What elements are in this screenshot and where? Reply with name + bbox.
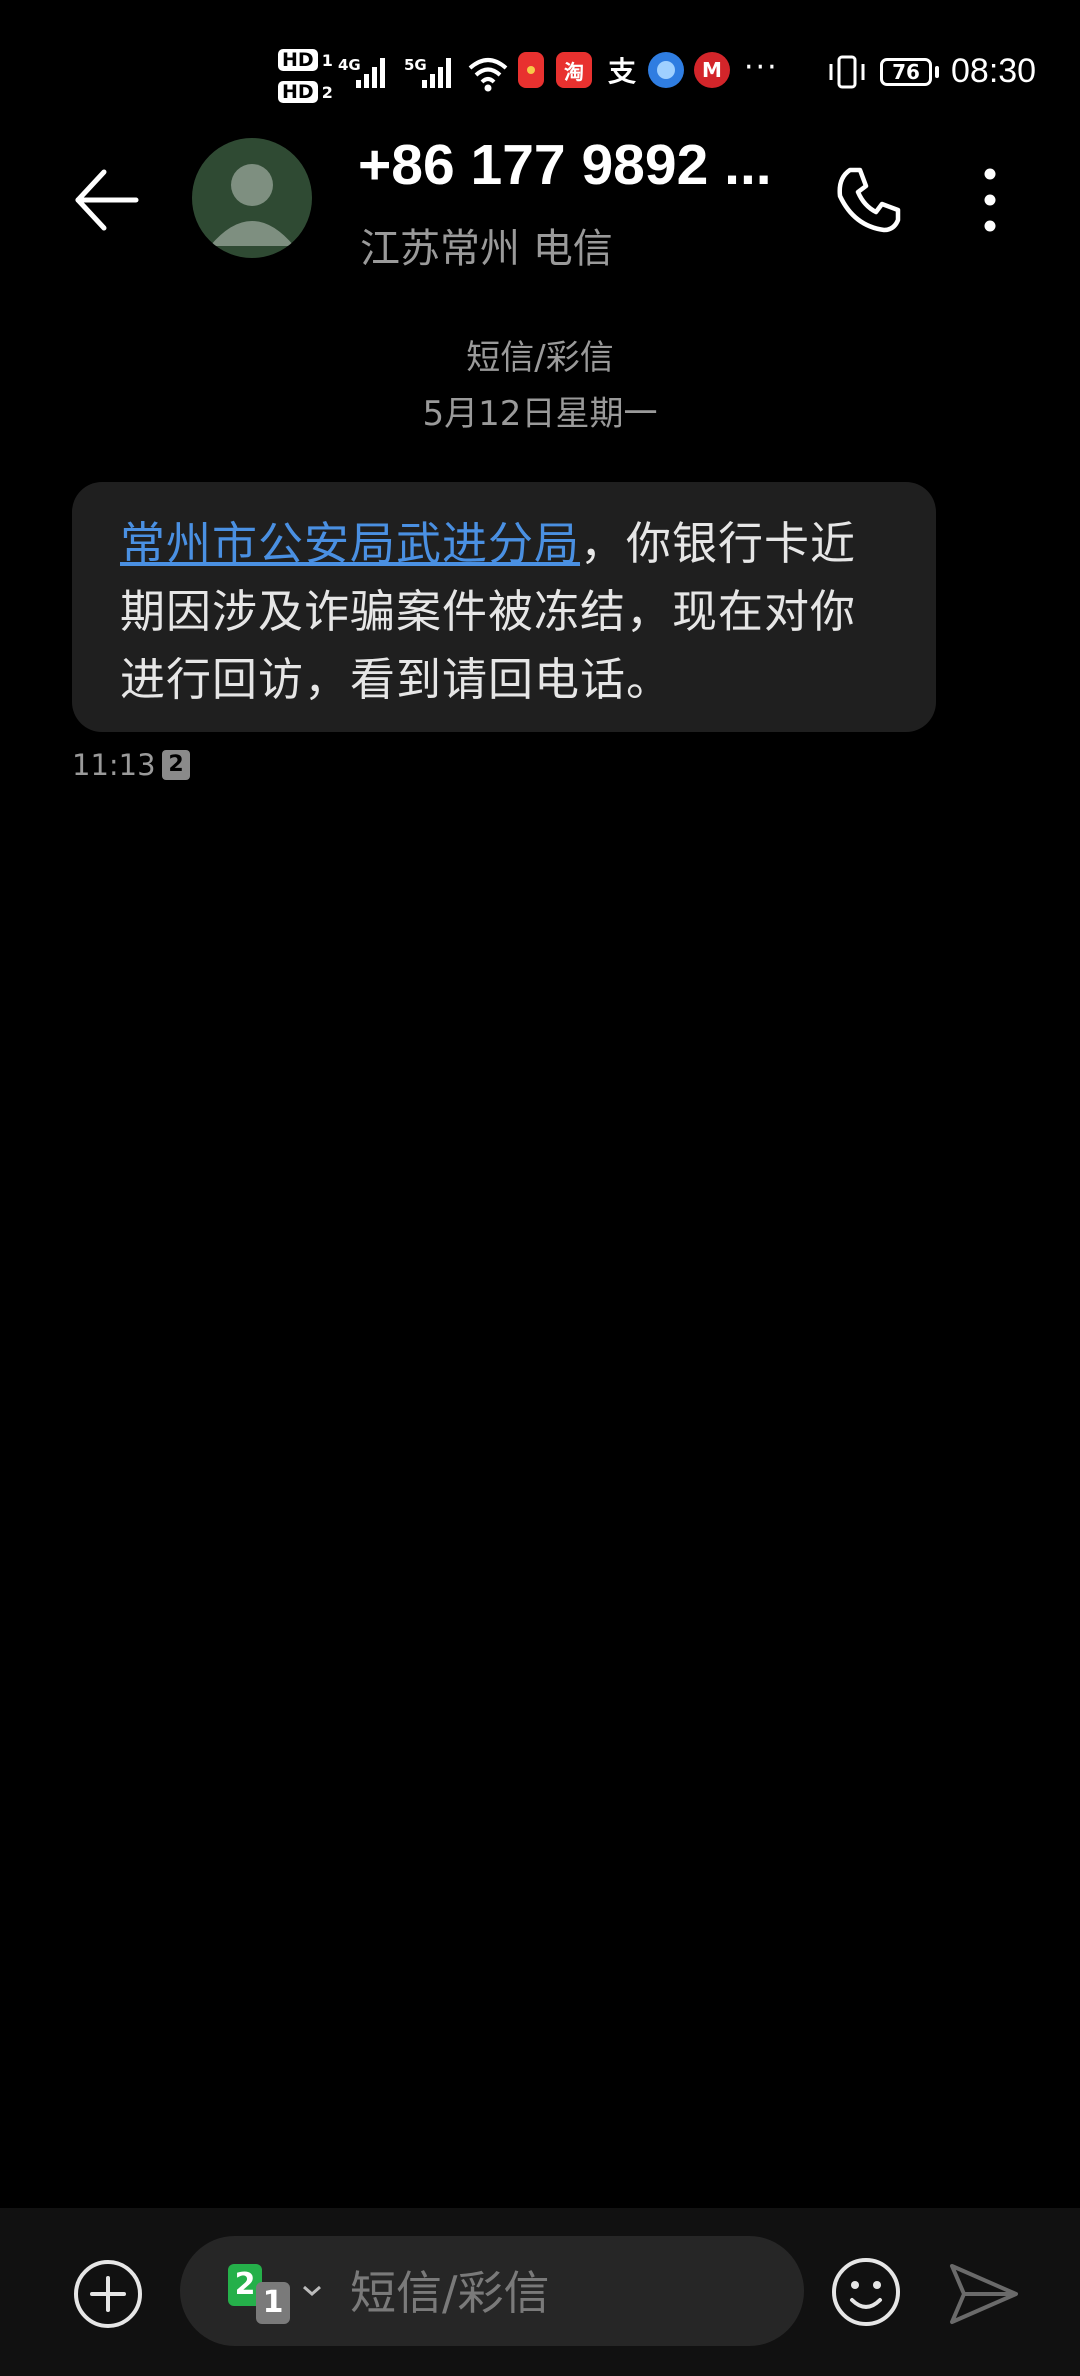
clock: 08:30 <box>951 52 1037 90</box>
message-sim-tag: 2 <box>162 750 190 780</box>
message-bubble[interactable]: 常州市公安局武进分局，你银行卡近期因涉及诈骗案件被冻结，现在对你进行回访，看到请… <box>72 482 936 732</box>
battery-tip <box>935 66 939 78</box>
back-arrow-icon[interactable] <box>70 160 150 240</box>
sim-selector[interactable]: 2 1 <box>228 2264 328 2324</box>
phone-call-icon[interactable] <box>828 160 908 240</box>
sim2-number: 2 <box>321 82 333 102</box>
avatar[interactable] <box>192 138 312 258</box>
contact-location-carrier: 江苏常州 电信 <box>360 226 613 272</box>
sim-secondary-badge: 1 <box>256 2282 290 2324</box>
status-bar: HD 1 HD 2 4G 5G 淘 支 M ··· 76 08:30 <box>0 0 1080 130</box>
message-time: 11:13 <box>72 748 156 782</box>
red-envelope-icon <box>518 52 544 88</box>
add-attachment-icon[interactable] <box>72 2258 144 2330</box>
sim1-number: 1 <box>321 50 333 70</box>
emoji-icon[interactable] <box>830 2256 902 2328</box>
sim1-hd-badge: HD <box>278 49 318 71</box>
wifi-icon <box>468 58 508 92</box>
browser-icon <box>648 52 684 88</box>
signal-icon-2 <box>422 58 451 88</box>
vibrate-icon <box>829 55 865 89</box>
more-options-icon[interactable] <box>960 160 1020 240</box>
battery-level: 76 <box>892 60 920 84</box>
more-notifications-indicator: ··· <box>744 50 779 85</box>
chevron-down-icon <box>303 2285 321 2296</box>
battery-icon: 76 <box>880 58 932 86</box>
contact-name[interactable]: +86 177 9892 ... <box>358 132 798 198</box>
send-icon[interactable] <box>946 2256 1022 2332</box>
alipay-icon: 支 <box>607 55 636 88</box>
conversation-date-label: 5月12日星期一 <box>422 394 658 434</box>
sim-indicators: HD 1 HD 2 <box>278 44 333 108</box>
person-icon <box>210 164 294 246</box>
taobao-icon: 淘 <box>556 52 592 88</box>
signal-icon <box>356 58 385 88</box>
message-input[interactable] <box>350 2258 780 2328</box>
cmb-bank-icon: M <box>694 52 730 88</box>
conversation-type-label: 短信/彩信 <box>466 338 614 378</box>
sim2-hd-badge: HD <box>278 81 318 103</box>
message-link[interactable]: 常州市公安局武进分局 <box>120 517 580 570</box>
